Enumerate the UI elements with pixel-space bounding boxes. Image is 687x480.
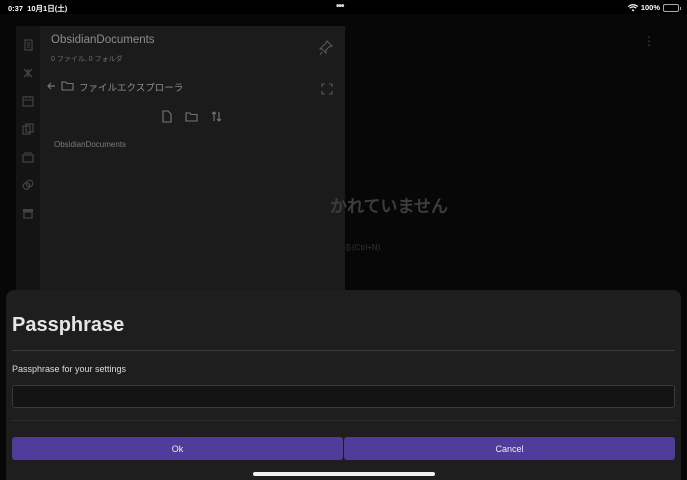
archive-icon[interactable]	[21, 206, 35, 220]
empty-state-heading: かれていません	[330, 197, 448, 216]
modal-title: Passphrase	[12, 314, 125, 336]
multitasking-dots[interactable]: •••	[336, 1, 344, 12]
sort-icon[interactable]	[210, 110, 223, 123]
passphrase-label: Passphrase for your settings	[12, 364, 127, 374]
more-options-icon[interactable]: ⋮	[643, 34, 655, 48]
calendar-icon[interactable]	[21, 94, 35, 108]
folder-tree-root[interactable]: ObsidianDocuments	[54, 140, 126, 149]
graph-icon[interactable]	[21, 66, 35, 80]
new-file-link[interactable]: る(Ctrl+N)	[344, 242, 380, 253]
cancel-button[interactable]: Cancel	[344, 437, 675, 460]
explorer-header: ファイルエクスプローラ	[46, 80, 183, 94]
wifi-icon	[627, 3, 638, 11]
status-bar: 0:37 10月1日(土) ••• 100%	[0, 0, 687, 14]
new-note-icon[interactable]	[160, 110, 173, 123]
copy-icon[interactable]	[21, 122, 35, 136]
home-indicator[interactable]	[253, 472, 435, 476]
divider	[12, 350, 675, 351]
battery-percent: 100%	[640, 3, 660, 12]
divider	[12, 420, 675, 421]
file-explorer-sidebar: ObsidianDocuments 0 ファイル, 0 フォルダ ファイルエクス…	[40, 26, 345, 306]
battery-icon	[663, 3, 681, 12]
ribbon	[16, 26, 40, 306]
passphrase-input[interactable]	[12, 385, 675, 408]
folder-icon	[61, 80, 74, 94]
expand-icon[interactable]	[321, 82, 333, 95]
pin-icon[interactable]	[318, 40, 334, 56]
plugin-icon[interactable]	[21, 178, 35, 192]
files-icon[interactable]	[21, 38, 35, 52]
vault-name[interactable]: ObsidianDocuments	[51, 34, 155, 46]
explorer-title: ファイルエクスプローラ	[79, 83, 184, 94]
explorer-toolbar	[160, 110, 223, 123]
status-right: 100%	[627, 3, 681, 12]
vault-stats: 0 ファイル, 0 フォルダ	[51, 56, 123, 63]
passphrase-modal: Passphrase Passphrase for your settings …	[6, 290, 681, 480]
ok-button[interactable]: Ok	[12, 437, 343, 460]
new-folder-icon[interactable]	[185, 110, 198, 123]
back-arrow-icon[interactable]	[46, 81, 56, 94]
status-time: 0:37 10月1日(土)	[8, 4, 68, 13]
cards-icon[interactable]	[21, 150, 35, 164]
